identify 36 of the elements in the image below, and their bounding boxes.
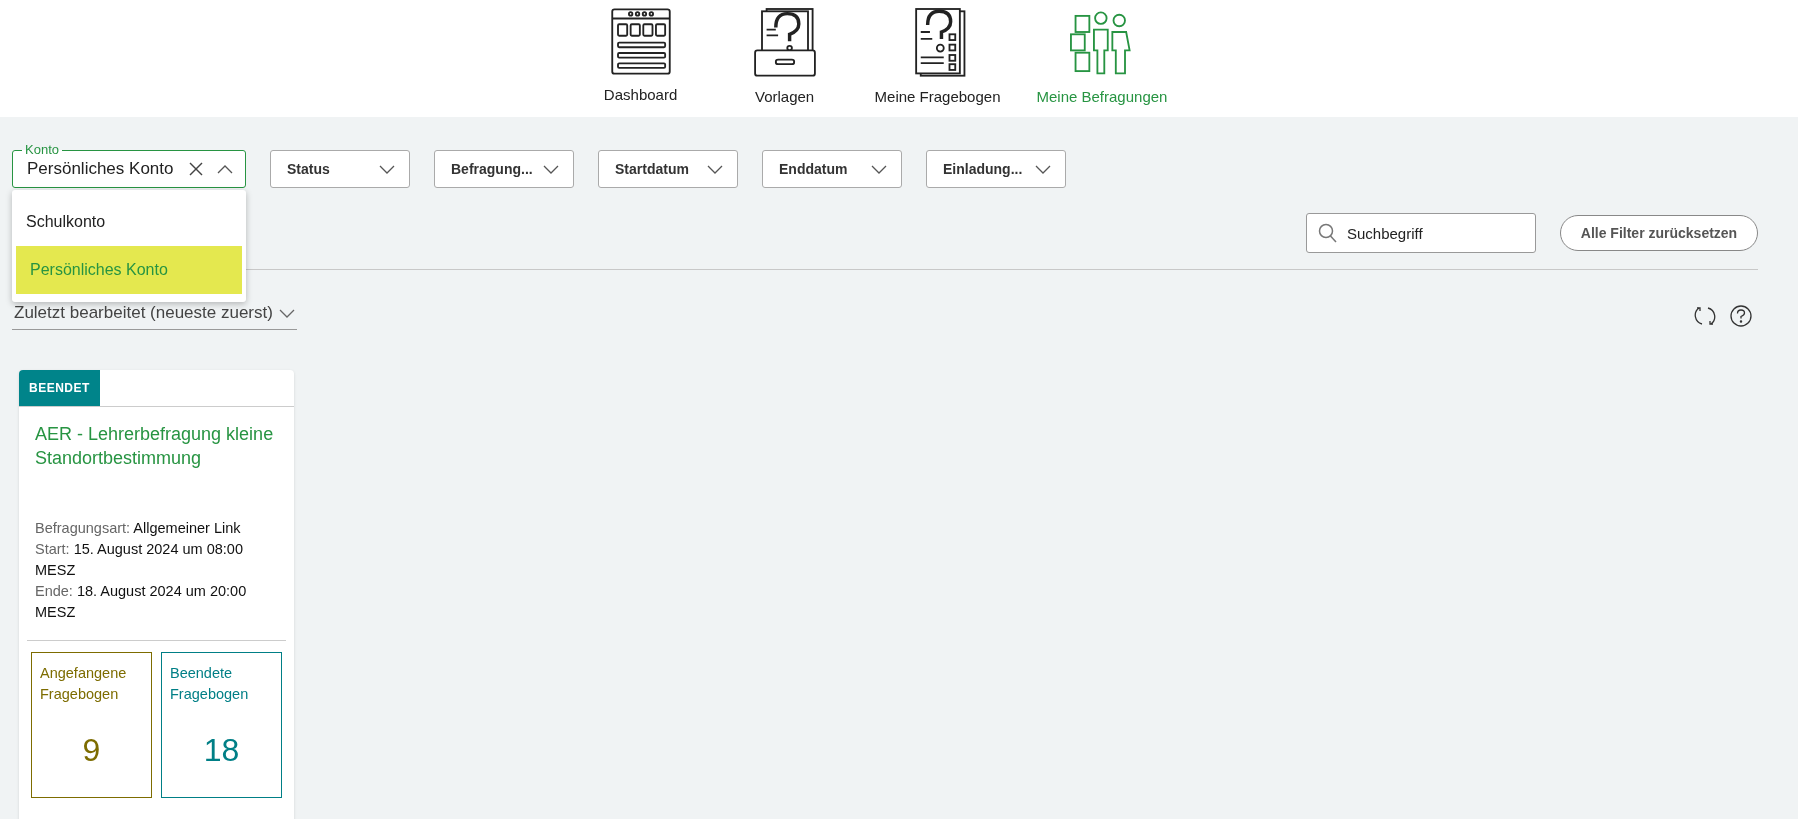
stat-label: Angefangene Fragebogen	[40, 664, 128, 704]
drawer-question-icon	[752, 6, 817, 78]
status-badge: BEENDET	[19, 370, 100, 406]
filter-select[interactable]: Befragung...	[434, 150, 574, 188]
chevron-up-icon	[217, 164, 233, 174]
sort-select[interactable]: Zuletzt bearbeitet (neueste zuerst)	[12, 301, 297, 330]
help-icon[interactable]	[1730, 304, 1752, 327]
survey-card[interactable]	[19, 370, 294, 819]
filter-select[interactable]: Einladung...	[926, 150, 1066, 188]
dashboard-icon	[609, 7, 672, 76]
survey-title[interactable]: AER - Lehrerbefragung kleine Standortbestimmung	[35, 422, 282, 518]
chevron-down-icon	[379, 164, 395, 174]
nav-tab[interactable]: Vorlagen	[724, 0, 845, 117]
reset-filters-button[interactable]: Alle Filter zurücksetzen	[1560, 215, 1758, 251]
filter-select[interactable]: Enddatum	[762, 150, 902, 188]
nav-tab[interactable]: Meine Befragungen	[1030, 0, 1174, 117]
nav-tab[interactable]: Dashboard	[580, 0, 701, 117]
nav-tab[interactable]: Meine Fragebogen	[868, 0, 1007, 117]
close-icon[interactable]	[189, 162, 203, 176]
filter-select[interactable]: Startdatum	[598, 150, 738, 188]
filter-select[interactable]: Status	[270, 150, 410, 188]
search-icon	[1318, 223, 1337, 243]
chevron-down-icon	[871, 164, 887, 174]
dropdown-option[interactable]: Schulkonto	[12, 198, 246, 246]
stat-value: 9	[81, 732, 102, 769]
chevron-down-icon	[279, 308, 295, 318]
stat-label: Beendete Fragebogen	[170, 664, 250, 704]
chevron-down-icon	[707, 164, 723, 174]
search-field[interactable]: Suchbegriff	[1306, 213, 1536, 253]
stat-value: 18	[202, 732, 241, 769]
chevron-down-icon	[543, 164, 559, 174]
survey-detail: Start: 15. August 2024 um 08:00 MESZ	[35, 540, 244, 580]
survey-detail: Ende: 18. August 2024 um 20:00 MESZ	[35, 582, 248, 622]
survey-detail: Befragungsart: Allgemeiner Link	[35, 519, 242, 538]
chevron-down-icon	[1035, 164, 1051, 174]
refresh-icon[interactable]	[1694, 304, 1716, 327]
